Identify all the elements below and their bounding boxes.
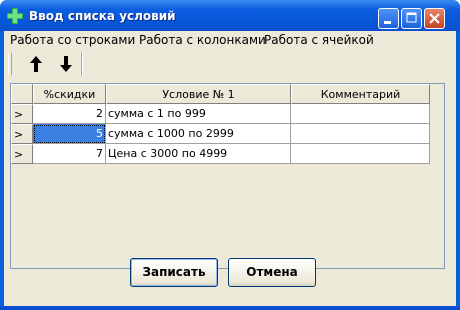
column-header-comment[interactable]: Комментарий xyxy=(291,84,430,104)
app-icon xyxy=(7,8,23,24)
maximize-icon xyxy=(406,12,417,23)
minimize-icon xyxy=(384,21,391,24)
arrow-down-icon xyxy=(60,56,72,72)
menu-columns[interactable]: Работа с колонками xyxy=(139,33,266,47)
menu-cell[interactable]: Работа с ячейкой xyxy=(264,33,374,47)
cell-condition[interactable]: Цена с 3000 по 4999 xyxy=(106,144,291,164)
dialog-window: Ввод списка условий Работа со строками Р… xyxy=(0,0,460,310)
save-button[interactable]: Записать xyxy=(130,258,218,287)
cell-condition[interactable]: сумма с 1000 по 2999 xyxy=(106,124,291,144)
menu-bar: Работа со строками Работа с колонками Ра… xyxy=(4,31,456,49)
toolbar xyxy=(4,49,456,79)
close-icon xyxy=(429,13,440,24)
conditions-grid[interactable]: %скидки Условие № 1 Комментарий > 2 сумм… xyxy=(10,83,445,269)
window-border xyxy=(0,306,460,310)
cell-comment[interactable] xyxy=(291,124,430,144)
cell-comment[interactable] xyxy=(291,104,430,124)
cell-condition[interactable]: сумма с 1 по 999 xyxy=(106,104,291,124)
cell-discount[interactable]: 7 xyxy=(33,144,106,164)
move-down-button[interactable] xyxy=(54,52,78,76)
grid-corner xyxy=(11,84,33,104)
column-header-discount[interactable]: %скидки xyxy=(33,84,106,104)
row-indicator[interactable]: > xyxy=(11,144,33,164)
maximize-button[interactable] xyxy=(401,8,422,29)
menu-rows[interactable]: Работа со строками xyxy=(10,33,135,47)
toolbar-grip[interactable] xyxy=(8,53,12,75)
row-indicator[interactable]: > xyxy=(11,124,33,144)
cell-discount-selected[interactable]: 5 xyxy=(33,124,106,144)
window-title: Ввод списка условий xyxy=(29,9,176,23)
toolbar-separator xyxy=(81,52,83,76)
row-indicator[interactable]: > xyxy=(11,104,33,124)
arrow-up-icon xyxy=(30,56,42,72)
cancel-button[interactable]: Отмена xyxy=(228,258,316,287)
minimize-button[interactable] xyxy=(378,8,399,29)
title-bar[interactable]: Ввод списка условий xyxy=(0,0,460,31)
cell-comment[interactable] xyxy=(291,144,430,164)
cell-discount[interactable]: 2 xyxy=(33,104,106,124)
client-area: Работа со строками Работа с колонками Ра… xyxy=(4,31,456,306)
move-up-button[interactable] xyxy=(24,52,48,76)
close-button[interactable] xyxy=(424,8,445,29)
column-header-condition[interactable]: Условие № 1 xyxy=(106,84,291,104)
